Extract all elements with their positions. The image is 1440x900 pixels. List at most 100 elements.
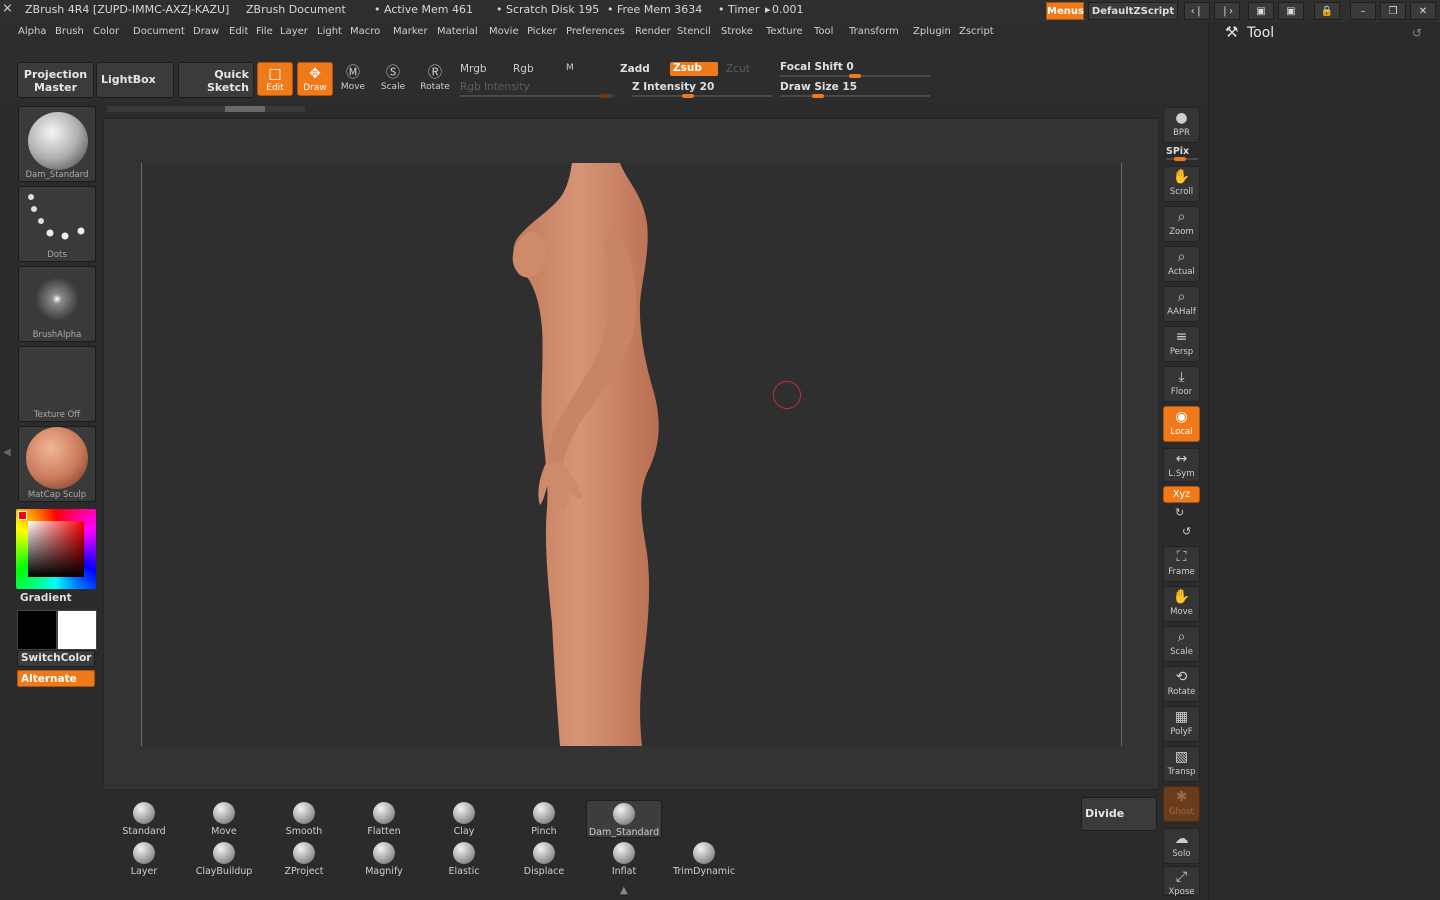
canvas-scrollbar[interactable] (107, 106, 305, 112)
menu-alpha[interactable]: Alpha (18, 26, 46, 37)
edit-button[interactable]: □ Edit (257, 62, 293, 96)
brush-clay[interactable]: Clay (426, 800, 502, 838)
transp-button[interactable]: ▧ Transp (1163, 746, 1200, 782)
m-button[interactable]: M (566, 63, 574, 73)
close-icon[interactable]: ✕ (1410, 2, 1436, 20)
menu-marker[interactable]: Marker (393, 26, 428, 37)
zsub-button[interactable]: Zsub (670, 62, 718, 76)
menu-macro[interactable]: Macro (350, 26, 380, 37)
color-square[interactable] (28, 521, 84, 577)
lsym-button[interactable]: ↔ L.Sym (1163, 448, 1200, 482)
menu-edit[interactable]: Edit (229, 26, 248, 37)
brush-smooth[interactable]: Smooth (266, 800, 342, 838)
material-picker[interactable]: MatCap Sculp (18, 426, 96, 502)
ghost-button[interactable]: ✱ Ghost (1163, 786, 1200, 822)
projection-master-button[interactable]: Projection Master (17, 62, 94, 98)
rotate-button[interactable]: Ⓡ Rotate (417, 62, 453, 96)
texture-picker[interactable]: Texture Off (18, 346, 96, 422)
focal-shift-slider[interactable] (780, 74, 930, 78)
scale-view-button[interactable]: ⌕ Scale (1163, 626, 1200, 662)
brush-claybuildup[interactable]: ClayBuildup (186, 840, 262, 878)
canvas-scrollbar-thumb[interactable] (225, 106, 265, 112)
rgb-intensity-slider[interactable] (460, 94, 614, 98)
xyz-button[interactable]: Xyz (1163, 486, 1200, 503)
spix-knob[interactable] (1174, 157, 1186, 161)
rgb-intensity-knob[interactable] (600, 94, 612, 98)
menu-zscript[interactable]: Zscript (959, 26, 994, 37)
lock-icon[interactable]: 🔒 (1314, 2, 1340, 20)
menu-preferences[interactable]: Preferences (566, 26, 625, 37)
menu-brush[interactable]: Brush (55, 26, 84, 37)
menu-transform[interactable]: Transform (849, 26, 899, 37)
draw-size-slider[interactable] (780, 94, 930, 98)
focal-shift-knob[interactable] (849, 74, 861, 78)
layout-2-icon[interactable]: ▣ (1278, 2, 1304, 20)
menu-light[interactable]: Light (317, 26, 342, 37)
quick-sketch-button[interactable]: Quick Sketch (178, 62, 254, 98)
polyf-button[interactable]: ▦ PolyF (1163, 706, 1200, 742)
rotate-y-icon[interactable]: ↻ (1175, 506, 1184, 519)
color-marker-icon[interactable] (18, 511, 27, 520)
frame-button[interactable]: ⛶ Frame (1163, 546, 1200, 582)
menu-color[interactable]: Color (93, 26, 119, 37)
menu-document[interactable]: Document (133, 26, 185, 37)
menu-draw[interactable]: Draw (193, 26, 219, 37)
minimize-icon[interactable]: – (1350, 2, 1376, 20)
layout-1-icon[interactable]: ▣ (1248, 2, 1274, 20)
mrgb-button[interactable]: Mrgb (460, 63, 487, 75)
brush-displace[interactable]: Displace (506, 840, 582, 878)
menu-texture[interactable]: Texture (766, 26, 803, 37)
menu-zplugin[interactable]: Zplugin (913, 26, 951, 37)
move-button[interactable]: Ⓜ Move (335, 62, 371, 96)
menu-stencil[interactable]: Stencil (677, 26, 711, 37)
zcut-button[interactable]: Zcut (726, 63, 750, 75)
scroll-left-icon[interactable]: ‹❘ (1184, 2, 1210, 20)
brush-layer[interactable]: Layer (106, 840, 182, 878)
switch-color-button[interactable]: SwitchColor (17, 650, 95, 667)
brush-standard[interactable]: Standard (106, 800, 182, 838)
menu-file[interactable]: File (256, 26, 273, 37)
zoom-button[interactable]: ⌕ Zoom (1163, 206, 1200, 242)
alpha-picker[interactable]: BrushAlpha (18, 266, 96, 342)
z-intensity-knob[interactable] (682, 94, 694, 98)
menu-layer[interactable]: Layer (280, 26, 308, 37)
rotate-z-icon[interactable]: ↺ (1182, 525, 1191, 538)
aahalf-button[interactable]: ⌕ AAHalf (1163, 286, 1200, 322)
reset-icon[interactable]: ↺ (1412, 26, 1422, 40)
document-area[interactable] (141, 163, 1122, 746)
tool-palette-title[interactable]: Tool (1247, 25, 1274, 41)
secondary-color-swatch[interactable] (57, 610, 97, 650)
scroll-right-icon[interactable]: ❘› (1214, 2, 1240, 20)
spix-slider[interactable] (1166, 157, 1198, 161)
gradient-label[interactable]: Gradient (20, 592, 72, 604)
move-view-button[interactable]: ✋ Move (1163, 586, 1200, 622)
menu-render[interactable]: Render (635, 26, 671, 37)
menu-movie[interactable]: Movie (489, 26, 519, 37)
brush-elastic[interactable]: Elastic (426, 840, 502, 878)
left-tray-arrow-icon[interactable]: ◀ (3, 447, 11, 458)
brush-dam-standard[interactable]: Dam_Standard (586, 800, 662, 838)
brush-magnify[interactable]: Magnify (346, 840, 422, 878)
rotate-view-button[interactable]: ⟲ Rotate (1163, 666, 1200, 702)
zadd-button[interactable]: Zadd (620, 63, 650, 75)
lightbox-button[interactable]: LightBox (96, 62, 174, 98)
menus-button[interactable]: Menus (1046, 2, 1084, 20)
floor-button[interactable]: ⤓ Floor (1163, 366, 1200, 402)
menu-tool[interactable]: Tool (814, 26, 833, 37)
brush-trimdynamic[interactable]: TrimDynamic (666, 840, 742, 878)
divide-button[interactable]: Divide (1081, 797, 1157, 831)
local-button[interactable]: ◉ Local (1163, 406, 1200, 442)
brush-pinch[interactable]: Pinch (506, 800, 582, 838)
draw-button[interactable]: ✥ Draw (297, 62, 333, 96)
stroke-picker[interactable]: Dots (18, 186, 96, 262)
menu-stroke[interactable]: Stroke (721, 26, 753, 37)
alternate-button[interactable]: Alternate (17, 670, 95, 687)
brush-picker[interactable]: Dam_Standard (18, 106, 96, 182)
brush-inflat[interactable]: Inflat (586, 840, 662, 878)
brush-move[interactable]: Move (186, 800, 262, 838)
bottom-tray-arrow-icon[interactable]: ▲ (620, 885, 628, 896)
persp-button[interactable]: ≡ Persp (1163, 326, 1200, 362)
scale-button[interactable]: Ⓢ Scale (375, 62, 411, 96)
brush-zproject[interactable]: ZProject (266, 840, 342, 878)
actual-button[interactable]: ⌕ Actual (1163, 246, 1200, 282)
